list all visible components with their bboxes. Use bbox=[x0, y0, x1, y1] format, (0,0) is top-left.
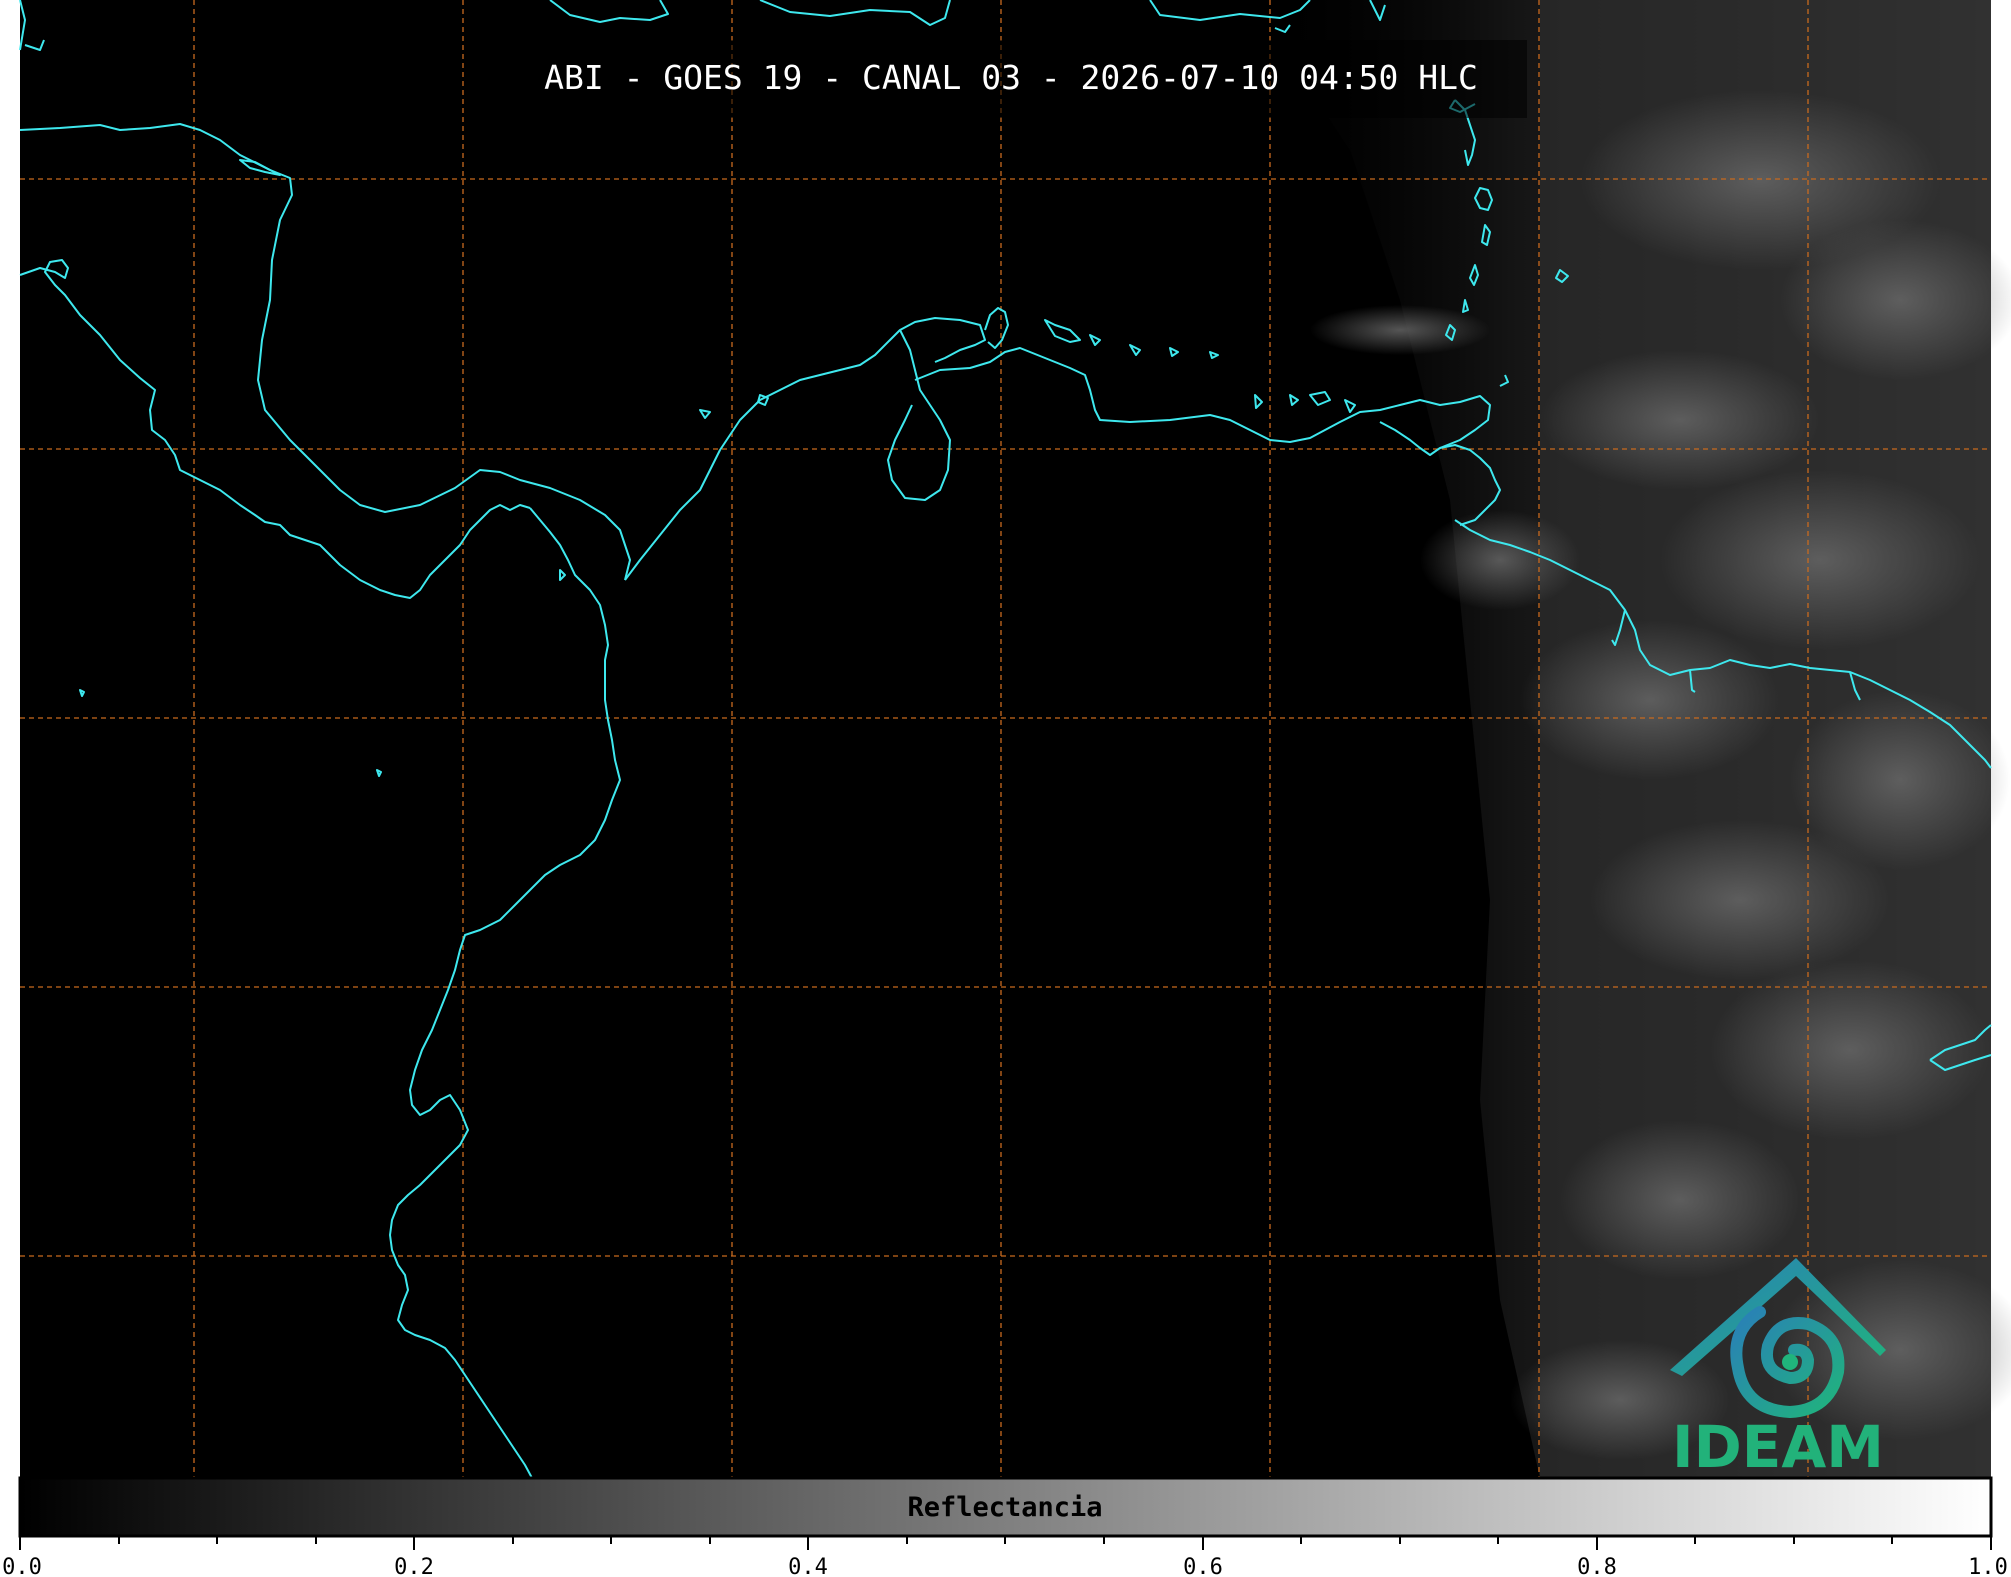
colorbar-tick-label: 0.6 bbox=[1183, 1555, 1223, 1577]
colorbar-tick-label: 0.4 bbox=[788, 1555, 828, 1577]
map-title: ABI - GOES 19 - CANAL 03 - 2026-07-10 04… bbox=[544, 58, 1478, 97]
colorbar-tick-label: 1.0 bbox=[1968, 1555, 2008, 1577]
logo-text: IDEAM bbox=[1672, 1413, 1884, 1481]
colorbar-ticks bbox=[19, 1536, 1992, 1550]
colorbar: Reflectancia 0.0 0.2 0.4 0.6 0.8 1.0 bbox=[2, 1476, 2008, 1577]
colorbar-tick-label: 0.8 bbox=[1577, 1555, 1617, 1577]
colorbar-label: Reflectancia bbox=[907, 1492, 1102, 1523]
title-box: ABI - GOES 19 - CANAL 03 - 2026-07-10 04… bbox=[535, 40, 1527, 118]
satellite-map: Reflectancia 0.0 0.2 0.4 0.6 0.8 1.0 ABI… bbox=[2, 0, 2011, 1577]
colorbar-tick-label: 0.0 bbox=[2, 1555, 42, 1577]
colorbar-tick-label: 0.2 bbox=[394, 1555, 434, 1577]
